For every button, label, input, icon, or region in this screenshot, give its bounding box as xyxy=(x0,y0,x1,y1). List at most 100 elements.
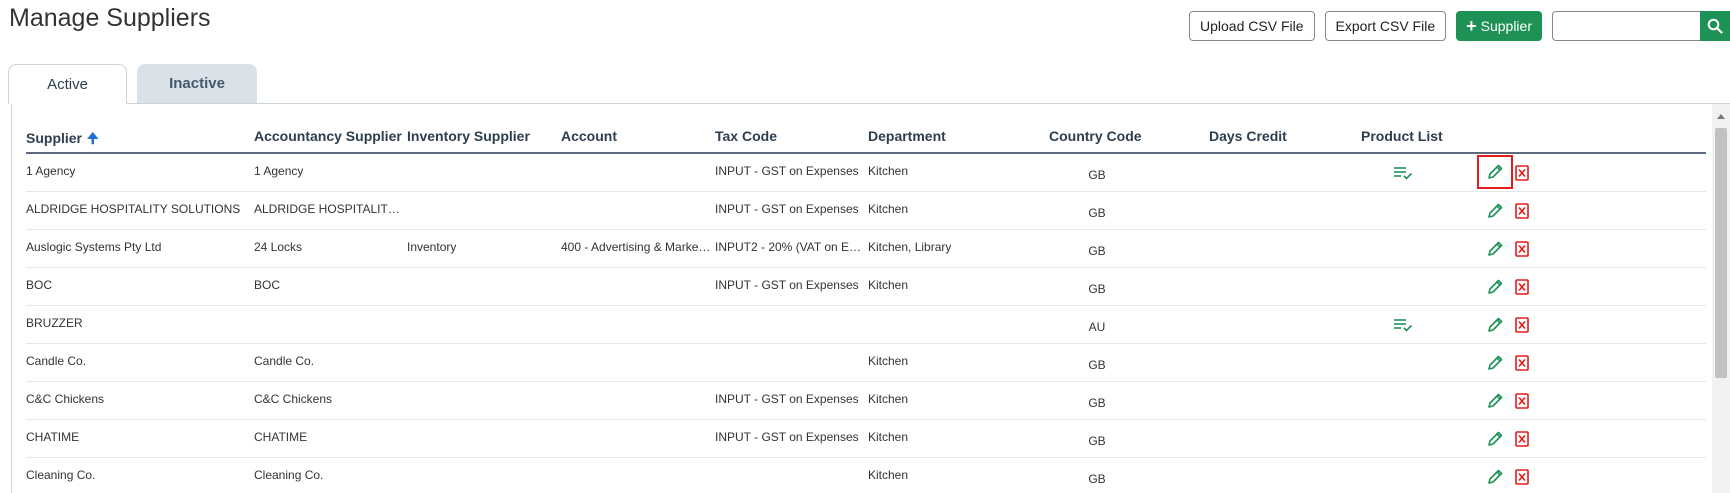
tab-active[interactable]: Active xyxy=(8,64,127,104)
search-button[interactable] xyxy=(1700,11,1730,41)
cell-accountancy-supplier: CHATIME xyxy=(254,430,308,444)
pencil-icon xyxy=(1488,317,1503,332)
cell-account: 400 - Advertising & Marketing xyxy=(561,240,711,254)
suppliers-panel: Supplier 🠉 Accountancy Supplier Inventory… xyxy=(11,103,1730,493)
table-row[interactable]: BOC BOC INPUT - GST on Expenses Kitchen GB xyxy=(26,268,1706,306)
cell-country-code: GB xyxy=(1088,168,1106,182)
search-icon xyxy=(1707,18,1723,34)
add-supplier-label: Supplier xyxy=(1480,18,1532,34)
delete-icon xyxy=(1515,431,1529,447)
add-supplier-button[interactable]: + Supplier xyxy=(1456,11,1542,41)
delete-icon xyxy=(1515,469,1529,485)
edit-supplier-button[interactable] xyxy=(1483,427,1507,451)
cell-country-code: AU xyxy=(1088,320,1106,334)
delete-supplier-button[interactable] xyxy=(1510,427,1534,451)
cell-country-code: GB xyxy=(1088,206,1106,220)
cell-supplier: Candle Co. xyxy=(26,354,87,368)
pencil-icon xyxy=(1488,279,1503,294)
cell-country-code: GB xyxy=(1088,244,1106,258)
cell-department: Kitchen xyxy=(868,278,909,292)
edit-supplier-button[interactable] xyxy=(1477,155,1513,189)
cell-department: Kitchen xyxy=(868,392,909,406)
vertical-scrollbar[interactable] xyxy=(1712,104,1730,493)
cell-inventory-supplier: Inventory xyxy=(407,240,457,254)
delete-icon xyxy=(1515,355,1529,371)
column-country-code[interactable]: Country Code xyxy=(1049,128,1142,144)
delete-supplier-button[interactable] xyxy=(1510,161,1534,185)
table-row[interactable]: CHATIME CHATIME INPUT - GST on Expenses Kit… xyxy=(26,420,1706,458)
delete-supplier-button[interactable] xyxy=(1510,465,1534,489)
status-tabs: Active Inactive xyxy=(8,64,267,104)
table-row[interactable]: BRUZZER AU xyxy=(26,306,1706,344)
cell-accountancy-supplier: Cleaning Co. xyxy=(254,468,324,482)
delete-supplier-button[interactable] xyxy=(1510,275,1534,299)
arrow-up-icon: 🠉 xyxy=(87,130,99,146)
column-supplier[interactable]: Supplier 🠉 xyxy=(26,128,99,152)
edit-supplier-button[interactable] xyxy=(1483,275,1507,299)
delete-supplier-button[interactable] xyxy=(1510,237,1534,261)
cell-accountancy-supplier: C&C Chickens xyxy=(254,392,333,406)
column-product-list[interactable]: Product List xyxy=(1361,128,1443,144)
scroll-thumb[interactable] xyxy=(1715,128,1727,378)
cell-supplier: C&C Chickens xyxy=(26,392,105,406)
list-check-icon xyxy=(1394,319,1413,332)
delete-supplier-button[interactable] xyxy=(1510,313,1534,337)
edit-supplier-button[interactable] xyxy=(1483,237,1507,261)
cell-country-code: GB xyxy=(1088,396,1106,410)
column-accountancy-supplier[interactable]: Accountancy Supplier xyxy=(254,128,402,144)
cell-accountancy-supplier: ALDRIDGE HOSPITALITY SOL... xyxy=(254,202,404,216)
table-body: 1 Agency 1 Agency INPUT - GST on Expenses K… xyxy=(26,154,1706,493)
cell-supplier: Cleaning Co. xyxy=(26,468,96,482)
plus-icon: + xyxy=(1466,16,1477,36)
table-row[interactable]: C&C Chickens C&C Chickens INPUT - GST on E… xyxy=(26,382,1706,420)
delete-supplier-button[interactable] xyxy=(1510,199,1534,223)
delete-supplier-button[interactable] xyxy=(1510,351,1534,375)
suppliers-table: Supplier 🠉 Accountancy Supplier Inventory… xyxy=(26,114,1706,493)
cell-tax-code: INPUT - GST on Expenses xyxy=(715,278,859,292)
edit-supplier-button[interactable] xyxy=(1483,351,1507,375)
edit-supplier-button[interactable] xyxy=(1483,313,1507,337)
cell-department: Kitchen xyxy=(868,468,909,482)
pencil-icon xyxy=(1488,355,1503,370)
delete-supplier-button[interactable] xyxy=(1510,389,1534,413)
tab-inactive[interactable]: Inactive xyxy=(137,64,257,103)
product-list-button[interactable] xyxy=(1391,161,1415,185)
search-box xyxy=(1552,11,1730,41)
column-account[interactable]: Account xyxy=(561,128,617,144)
cell-department: Kitchen xyxy=(868,164,909,178)
table-row[interactable]: 1 Agency 1 Agency INPUT - GST on Expenses K… xyxy=(26,154,1706,192)
cell-tax-code: INPUT - GST on Expenses xyxy=(715,430,859,444)
cell-country-code: GB xyxy=(1088,282,1106,296)
search-input[interactable] xyxy=(1552,11,1700,41)
cell-supplier: BOC xyxy=(26,278,53,292)
cell-department: Kitchen xyxy=(868,354,909,368)
cell-department: Kitchen xyxy=(868,202,909,216)
scroll-up-arrow[interactable] xyxy=(1717,114,1725,119)
column-department[interactable]: Department xyxy=(868,128,946,144)
pencil-icon xyxy=(1488,203,1503,218)
delete-icon xyxy=(1515,165,1529,181)
cell-accountancy-supplier: 24 Locks xyxy=(254,240,303,254)
cell-tax-code: INPUT - GST on Expenses xyxy=(715,164,859,178)
product-list-button[interactable] xyxy=(1391,313,1415,337)
column-days-credit[interactable]: Days Credit xyxy=(1209,128,1287,144)
delete-icon xyxy=(1515,203,1529,219)
table-row[interactable]: ALDRIDGE HOSPITALITY SOLUTIONS ALDRIDGE H… xyxy=(26,192,1706,230)
table-row[interactable]: Candle Co. Candle Co. Kitchen GB xyxy=(26,344,1706,382)
column-inventory-supplier[interactable]: Inventory Supplier xyxy=(407,128,530,144)
cell-supplier: BRUZZER xyxy=(26,316,83,330)
table-header: Supplier 🠉 Accountancy Supplier Inventory… xyxy=(26,114,1706,154)
upload-csv-button[interactable]: Upload CSV File xyxy=(1189,11,1315,41)
cell-accountancy-supplier: BOC xyxy=(254,278,281,292)
edit-supplier-button[interactable] xyxy=(1483,389,1507,413)
column-tax-code[interactable]: Tax Code xyxy=(715,128,777,144)
delete-icon xyxy=(1515,317,1529,333)
table-row[interactable]: Cleaning Co. Cleaning Co. Kitchen GB xyxy=(26,458,1706,493)
table-row[interactable]: Auslogic Systems Pty Ltd 24 Locks Inventor… xyxy=(26,230,1706,268)
cell-supplier: CHATIME xyxy=(26,430,80,444)
edit-supplier-button[interactable] xyxy=(1483,465,1507,489)
delete-icon xyxy=(1515,279,1529,295)
edit-supplier-button[interactable] xyxy=(1483,199,1507,223)
cell-supplier: Auslogic Systems Pty Ltd xyxy=(26,240,162,254)
export-csv-button[interactable]: Export CSV File xyxy=(1324,11,1447,41)
